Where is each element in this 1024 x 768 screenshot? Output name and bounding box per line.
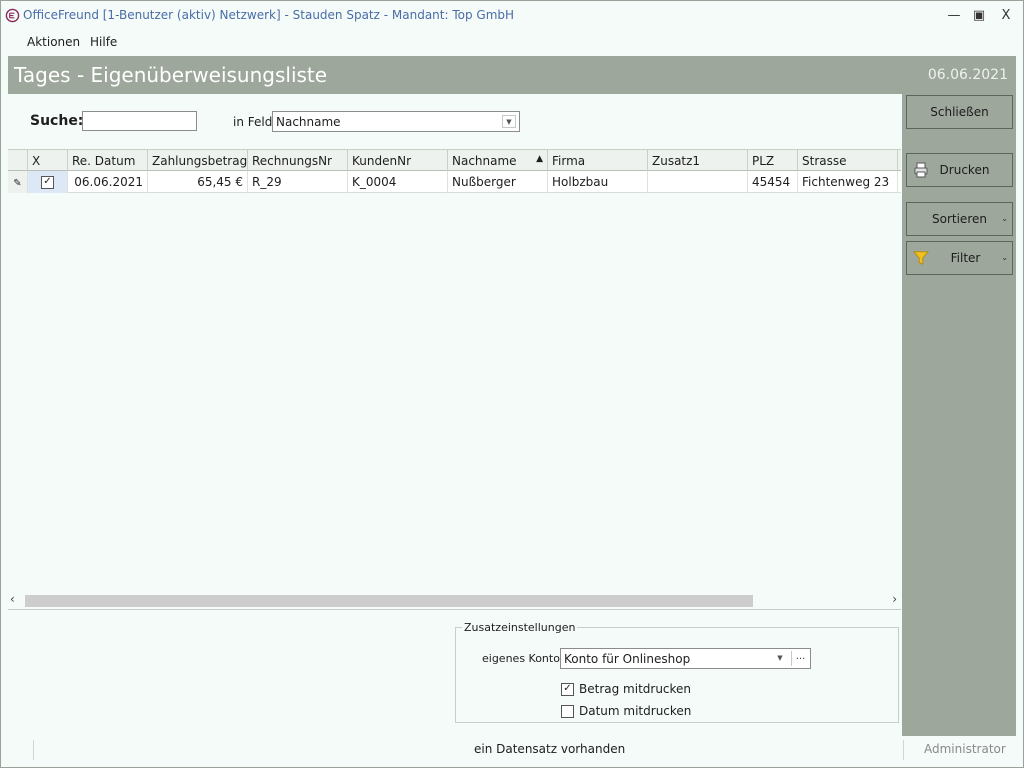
cell-firma[interactable]: Holbzbau — [548, 171, 648, 193]
datum-option[interactable]: Datum mitdrucken — [561, 704, 691, 718]
datum-checkbox[interactable] — [561, 705, 574, 718]
horizontal-scrollbar[interactable]: ‹ › — [8, 592, 901, 609]
status-user: Administrator — [924, 742, 1006, 756]
close-button[interactable]: Schließen — [906, 95, 1013, 129]
search-label: Suche: — [30, 113, 84, 129]
sort-ascending-icon: ▲ — [536, 154, 543, 164]
column-header-x[interactable]: X — [28, 150, 68, 172]
page-title: Tages - Eigenüberweisungsliste — [14, 63, 328, 87]
konto-label: eigenes Konto: — [482, 652, 564, 665]
chevron-down-icon: ⌄ — [1001, 214, 1008, 223]
print-button[interactable]: Drucken — [906, 153, 1013, 187]
cell-zusatz1[interactable] — [648, 171, 748, 193]
filter-button[interactable]: Filter ⌄ — [906, 241, 1013, 275]
betrag-option[interactable]: ✓ Betrag mitdrucken — [561, 682, 691, 696]
data-grid: X Re. Datum Zahlungsbetrag RechnungsNr K… — [8, 149, 901, 609]
scroll-right-icon[interactable]: › — [892, 592, 897, 606]
filter-button-label: Filter — [950, 251, 981, 265]
close-window-button[interactable]: X — [996, 6, 1016, 26]
menu-bar — [0, 32, 1024, 54]
chevron-down-icon[interactable]: ▼ — [774, 652, 786, 665]
column-header-rechnungsnr[interactable]: RechnungsNr — [248, 150, 348, 172]
column-header-strasse[interactable]: Strasse — [798, 150, 898, 172]
menu-hilfe[interactable]: Hilfe — [90, 35, 117, 49]
minimize-button[interactable]: — — [944, 6, 964, 26]
cell-rechnungsnr[interactable]: R_29 — [248, 171, 348, 193]
cell-kundennr[interactable]: K_0004 — [348, 171, 448, 193]
row-indicator-header — [8, 150, 28, 172]
column-header-firma[interactable]: Firma — [548, 150, 648, 172]
maximize-icon: ▣ — [972, 8, 986, 23]
row-checkbox-cell[interactable]: ✓ — [28, 171, 68, 193]
sort-button[interactable]: Sortieren ⌄ — [906, 202, 1013, 236]
betrag-label: Betrag mitdrucken — [579, 682, 692, 696]
column-header-plz[interactable]: PLZ — [748, 150, 798, 172]
column-header-datum[interactable]: Re. Datum — [68, 150, 148, 172]
cell-plz[interactable]: 45454 — [748, 171, 798, 193]
cell-strasse[interactable]: Fichtenweg 23 — [798, 171, 898, 193]
column-header-zusatz1[interactable]: Zusatz1 — [648, 150, 748, 172]
column-header-nachname-label: Nachname — [452, 154, 517, 168]
close-button-label: Schließen — [930, 105, 989, 119]
row-checkbox[interactable]: ✓ — [41, 176, 54, 189]
status-divider — [33, 740, 34, 760]
status-divider — [903, 740, 904, 760]
konto-browse-button[interactable]: ... — [791, 651, 809, 666]
column-header-betrag[interactable]: Zahlungsbetrag — [148, 150, 248, 172]
search-field-value: Nachname — [276, 115, 341, 129]
print-button-label: Drucken — [939, 163, 990, 177]
app-logo-icon — [5, 8, 20, 23]
window-title: OfficeFreund [1-Benutzer (aktiv) Netzwer… — [23, 8, 515, 22]
column-header-kundennr[interactable]: KundenNr — [348, 150, 448, 172]
cell-nachname[interactable]: Nußberger — [448, 171, 548, 193]
datum-label: Datum mitdrucken — [579, 704, 692, 718]
close-icon: X — [1001, 8, 1011, 23]
header-date: 06.06.2021 — [927, 67, 1008, 83]
divider — [8, 609, 901, 610]
search-input[interactable] — [82, 111, 197, 131]
grid-header: X Re. Datum Zahlungsbetrag RechnungsNr K… — [8, 149, 901, 172]
pencil-icon: ✎ — [13, 178, 22, 189]
printer-icon — [914, 162, 928, 178]
field-label: in Feld: — [233, 115, 277, 129]
konto-value: Konto für Onlineshop — [564, 652, 691, 666]
action-panel — [902, 94, 1016, 736]
table-row[interactable]: ✎ ✓ 06.06.2021 65,45 € R_29 K_0004 Nußbe… — [8, 171, 901, 193]
betrag-checkbox[interactable]: ✓ — [561, 683, 574, 696]
menu-aktionen[interactable]: Aktionen — [27, 35, 80, 49]
chevron-down-icon: ⌄ — [1001, 253, 1008, 262]
minimize-icon: — — [947, 8, 961, 23]
scrollbar-thumb[interactable] — [25, 595, 753, 607]
scroll-left-icon[interactable]: ‹ — [10, 592, 15, 606]
cell-datum[interactable]: 06.06.2021 — [68, 171, 148, 193]
sort-button-label: Sortieren — [932, 212, 987, 226]
konto-select[interactable]: Konto für Onlineshop ▼ ... — [560, 648, 811, 669]
maximize-button[interactable]: ▣ — [969, 6, 989, 26]
chevron-down-icon[interactable]: ▼ — [502, 115, 516, 128]
row-edit-indicator: ✎ — [8, 171, 28, 193]
cell-betrag[interactable]: 65,45 € — [148, 171, 248, 193]
search-field-select[interactable]: Nachname ▼ — [272, 111, 520, 132]
filter-icon — [913, 251, 929, 265]
column-header-nachname[interactable]: Nachname ▲ — [448, 150, 548, 172]
group-title: Zusatzeinstellungen — [462, 621, 578, 634]
page-header: Tages - Eigenüberweisungsliste 06.06.202… — [8, 56, 1016, 94]
status-text: ein Datensatz vorhanden — [474, 742, 626, 756]
